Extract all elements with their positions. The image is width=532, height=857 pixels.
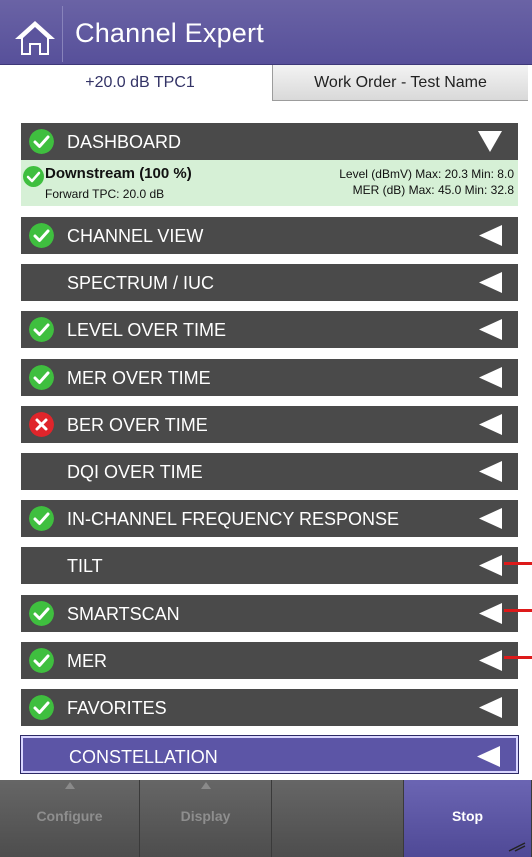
triangle-left-icon[interactable] <box>476 365 504 390</box>
menu-row-dashboard[interactable]: DASHBOARD <box>21 123 518 160</box>
menu-row-dqi-over-time[interactable]: DQI OVER TIME <box>21 453 518 490</box>
menu-row-label: SMARTSCAN <box>67 604 180 624</box>
dashboard-summary[interactable]: Downstream (100 %) Forward TPC: 20.0 dB … <box>21 160 518 206</box>
menu-row-mer-over-time[interactable]: MER OVER TIME <box>21 359 518 396</box>
menu-row-tilt[interactable]: TILT <box>21 547 518 584</box>
page-title: Channel Expert <box>75 18 264 48</box>
menu-row-label: TILT <box>67 556 103 576</box>
resize-grip-icon <box>508 842 526 852</box>
menu-row-in-channel-frequency-response[interactable]: IN-CHANNEL FREQUENCY RESPONSE <box>21 500 518 537</box>
triangle-left-icon[interactable] <box>476 223 504 248</box>
menu-row-mer[interactable]: MER <box>21 642 518 679</box>
menu-row-label: MER OVER TIME <box>67 368 211 388</box>
empty-soft-key[interactable] <box>272 780 404 857</box>
menu-row-label: CONSTELLATION <box>69 747 218 767</box>
menu-row-label: LEVEL OVER TIME <box>67 320 227 340</box>
configure-button[interactable]: Configure <box>0 780 140 857</box>
marker-line <box>504 656 532 659</box>
triangle-down-icon[interactable] <box>476 129 504 154</box>
header-divider <box>62 6 63 62</box>
menu-row-label: FAVORITES <box>67 698 167 718</box>
menu-row-label: CHANNEL VIEW <box>67 226 204 246</box>
title-bar: Channel Expert <box>0 0 532 65</box>
menu-row-label: DQI OVER TIME <box>67 462 203 482</box>
menu-row-ber-over-time[interactable]: BER OVER TIME <box>21 406 518 443</box>
check-icon <box>29 695 54 720</box>
menu-row-label: IN-CHANNEL FREQUENCY RESPONSE <box>67 509 400 529</box>
check-icon <box>23 166 44 187</box>
menu-row-level-over-time[interactable]: LEVEL OVER TIME <box>21 311 518 348</box>
menu-row-smartscan[interactable]: SMARTSCAN <box>21 595 518 632</box>
triangle-left-icon[interactable] <box>476 270 504 295</box>
triangle-left-icon[interactable] <box>476 412 504 437</box>
menu-row-label: SPECTRUM / IUC <box>67 273 215 293</box>
triangle-left-icon[interactable] <box>476 553 504 578</box>
caret-up-icon <box>200 782 211 789</box>
downstream-title: Downstream (100 %) <box>45 165 192 182</box>
marker-line <box>504 609 532 612</box>
tab-bar: +20.0 dB TPC1 Work Order - Test Name <box>8 65 528 101</box>
level-summary: Level (dBmV) Max: 20.3 Min: 8.0 <box>339 167 514 181</box>
menu-row-label: DASHBOARD <box>67 132 182 152</box>
check-icon <box>29 317 54 342</box>
triangle-left-icon[interactable] <box>476 506 504 531</box>
display-button[interactable]: Display <box>140 780 272 857</box>
triangle-left-icon[interactable] <box>474 744 502 769</box>
check-icon <box>29 648 54 673</box>
menu-row-spectrum-iuc[interactable]: SPECTRUM / IUC <box>21 264 518 301</box>
error-x-icon <box>29 412 54 437</box>
forward-tpc-text: Forward TPC: 20.0 dB <box>45 187 165 201</box>
menu-row-favorites[interactable]: FAVORITES <box>21 689 518 726</box>
caret-up-icon <box>64 782 75 789</box>
triangle-left-icon[interactable] <box>476 317 504 342</box>
stop-button[interactable]: Stop <box>404 780 532 857</box>
mer-summary: MER (dB) Max: 45.0 Min: 32.8 <box>352 183 514 197</box>
tab-work-order[interactable]: Work Order - Test Name <box>272 65 528 101</box>
check-icon <box>29 223 54 248</box>
check-icon <box>29 129 54 154</box>
menu-row-channel-view[interactable]: CHANNEL VIEW <box>21 217 518 254</box>
menu-row-label: BER OVER TIME <box>67 415 208 435</box>
menu-row-label: MER <box>67 651 107 671</box>
triangle-left-icon[interactable] <box>476 648 504 673</box>
triangle-left-icon[interactable] <box>476 601 504 626</box>
check-icon <box>29 601 54 626</box>
tab-tpc[interactable]: +20.0 dB TPC1 <box>8 65 272 101</box>
marker-line <box>504 562 532 565</box>
soft-key-bar: Configure Display Stop <box>0 780 532 857</box>
check-icon <box>29 506 54 531</box>
home-icon[interactable] <box>12 18 58 58</box>
triangle-left-icon[interactable] <box>476 695 504 720</box>
check-icon <box>29 365 54 390</box>
menu-row-constellation[interactable]: CONSTELLATION <box>21 736 518 773</box>
triangle-left-icon[interactable] <box>476 459 504 484</box>
